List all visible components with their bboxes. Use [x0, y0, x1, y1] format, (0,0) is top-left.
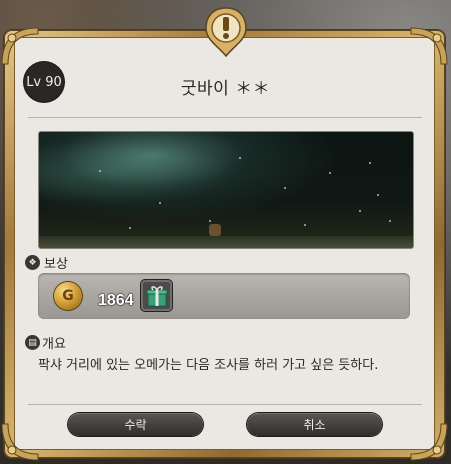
character-silhouette	[209, 224, 221, 236]
reward-strip: G 1864	[38, 273, 410, 319]
rewards-heading: 보상	[44, 257, 68, 272]
exclamation-icon	[200, 6, 252, 58]
gift-box-icon[interactable]	[141, 280, 172, 311]
accept-button[interactable]: 수락	[68, 413, 203, 436]
divider	[28, 117, 422, 118]
reward-icon: ❖	[25, 255, 40, 270]
frame-ornament	[0, 422, 40, 462]
frame-ornament	[0, 26, 40, 66]
divider	[28, 404, 422, 405]
quest-title: 굿바이 ＊＊	[180, 79, 271, 99]
ground	[39, 236, 413, 248]
overview-heading: 개요	[42, 337, 66, 352]
cancel-button[interactable]: 취소	[247, 413, 382, 436]
gil-coin-icon[interactable]: G	[54, 282, 82, 310]
frame-ornament	[409, 26, 449, 66]
gil-amount: 1864	[98, 292, 134, 309]
frame-ornament	[409, 422, 449, 462]
book-icon: ▤	[25, 335, 40, 350]
quest-description: 팍샤 거리에 있는 오메가는 다음 조사를 하러 가고 싶은 듯하다.	[38, 358, 379, 373]
quest-image	[38, 131, 414, 249]
